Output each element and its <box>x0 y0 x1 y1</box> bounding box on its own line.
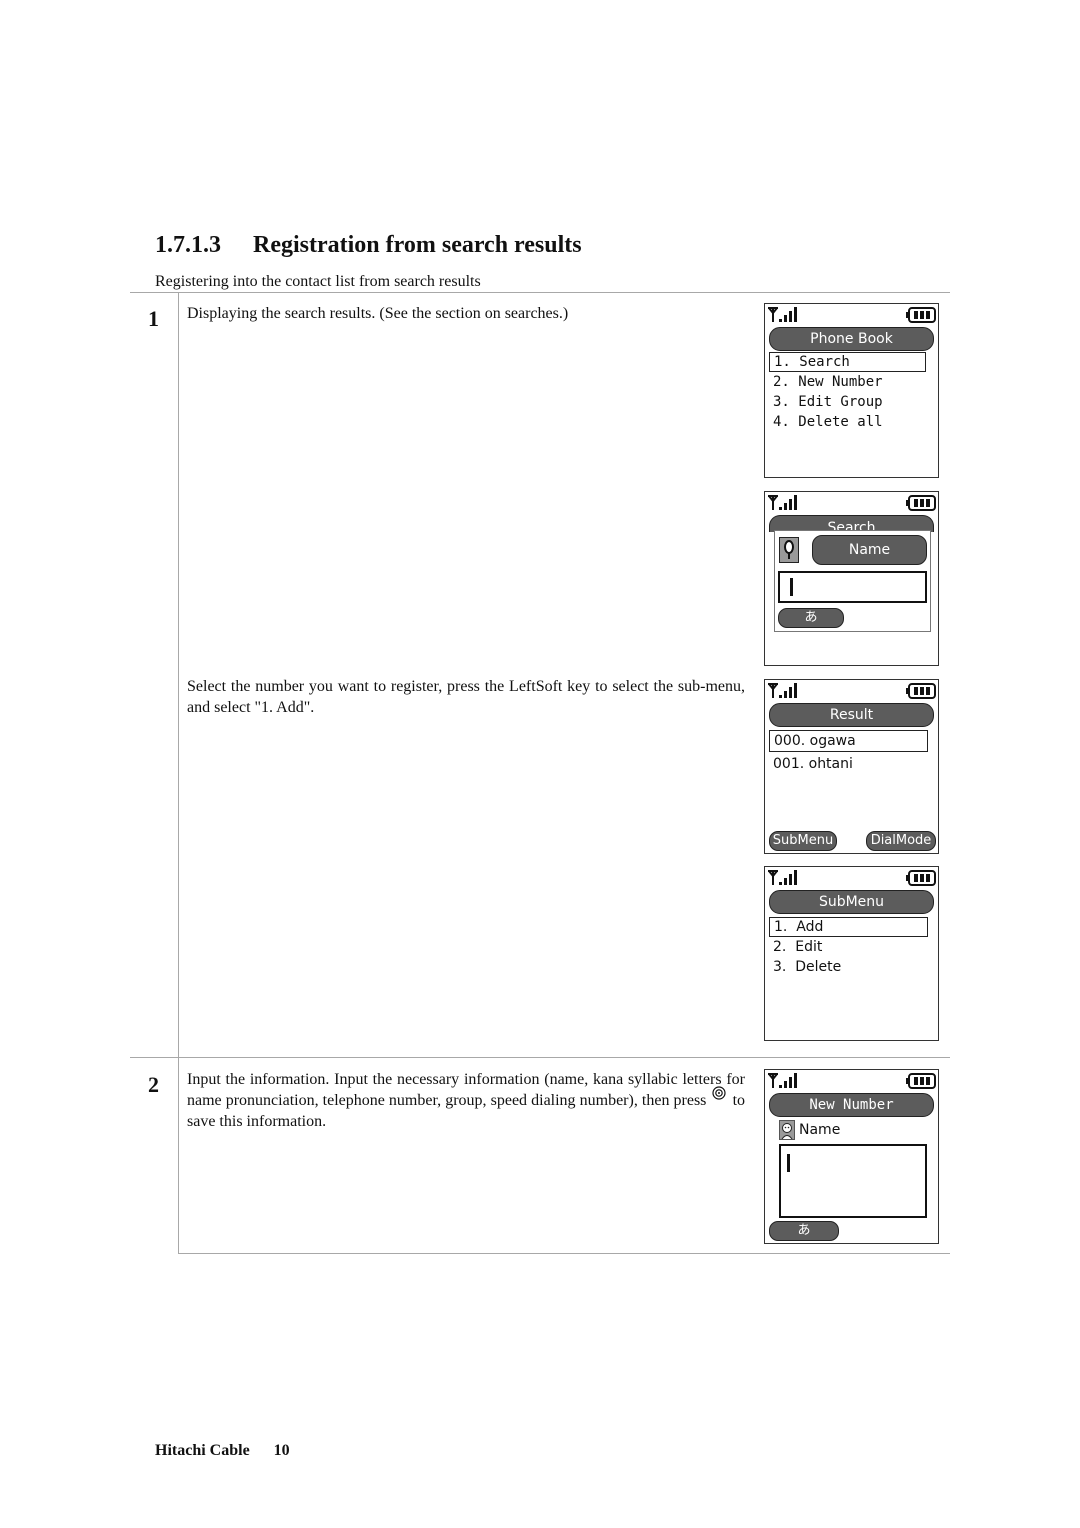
search-key-icon <box>779 537 799 563</box>
status-bar <box>767 869 936 887</box>
step-text: Input the information. Input the necessa… <box>187 1069 745 1132</box>
signal-strength-icon <box>768 870 797 885</box>
step-text: Displaying the search results. (See the … <box>187 305 569 322</box>
step-text-before: Input the information. Input the necessa… <box>187 1071 745 1109</box>
phone-screen-phone-book: Phone Book 1. Search 2. New Number 3. Ed… <box>764 303 939 478</box>
step-text: Select the number you want to register, … <box>187 678 745 716</box>
person-icon <box>779 1120 795 1140</box>
input-mode-button[interactable]: あ <box>769 1221 839 1241</box>
search-input[interactable] <box>778 571 927 603</box>
name-field-label: Name <box>799 1122 841 1138</box>
search-dialog: Name あ <box>774 530 931 632</box>
menu-item-delete-all[interactable]: 4. Delete all <box>769 412 926 432</box>
dialmode-soft-button[interactable]: DialMode <box>866 831 936 851</box>
result-item[interactable]: 001. ohtani <box>769 752 928 776</box>
menu-item-new-number[interactable]: 2. New Number <box>769 372 926 392</box>
screen-title: New Number <box>769 1093 934 1117</box>
battery-icon <box>906 683 936 699</box>
signal-strength-icon <box>768 495 797 510</box>
phone-screen-result: Result 000. ogawa 001. ohtani SubMenu Di… <box>764 679 939 854</box>
screen-title: Phone Book <box>769 327 934 351</box>
signal-strength-icon <box>768 683 797 698</box>
footer-company: Hitachi Cable <box>155 1442 250 1459</box>
section-subtitle: Registering into the contact list from s… <box>155 273 481 290</box>
status-bar <box>767 306 936 324</box>
battery-icon <box>906 1073 936 1089</box>
submenu-soft-button[interactable]: SubMenu <box>769 831 837 851</box>
menu-item-edit-group[interactable]: 3. Edit Group <box>769 392 926 412</box>
phone-screen-new-number: New Number Name あ <box>764 1069 939 1244</box>
step-number: 1 <box>148 306 159 331</box>
status-bar <box>767 494 936 512</box>
submenu-list: 1. Add 2. Edit 3. Delete <box>769 917 928 977</box>
signal-strength-icon <box>768 307 797 322</box>
text-cursor <box>790 578 793 596</box>
result-list: 000. ogawa 001. ohtani <box>769 730 928 776</box>
phone-book-menu: 1. Search 2. New Number 3. Edit Group 4.… <box>769 352 926 432</box>
name-input[interactable] <box>779 1144 927 1218</box>
page-number: 10 <box>273 1442 290 1459</box>
screen-title: Result <box>769 703 934 727</box>
screen-title: SubMenu <box>769 890 934 914</box>
table-top-border <box>130 292 950 293</box>
page-footer: Hitachi Cable 10 <box>155 1442 290 1460</box>
table-bottom-border <box>178 1253 950 1254</box>
center-select-key-icon <box>712 1085 727 1100</box>
signal-strength-icon <box>768 1073 797 1088</box>
section-number: 1.7.1.3 <box>155 232 221 258</box>
text-cursor <box>787 1154 790 1172</box>
table-column-divider <box>178 292 179 1254</box>
result-item[interactable]: 000. ogawa <box>769 730 928 752</box>
input-mode-button[interactable]: あ <box>778 608 844 628</box>
submenu-item-delete[interactable]: 3. Delete <box>769 957 928 977</box>
submenu-item-add[interactable]: 1. Add <box>769 917 928 937</box>
status-bar <box>767 682 936 700</box>
submenu-item-edit[interactable]: 2. Edit <box>769 937 928 957</box>
section-heading: 1.7.1.3 Registration from search results <box>155 232 582 259</box>
battery-icon <box>906 495 936 511</box>
battery-icon <box>906 307 936 323</box>
status-bar <box>767 1072 936 1090</box>
phone-screen-submenu: SubMenu 1. Add 2. Edit 3. Delete <box>764 866 939 1041</box>
step-number: 2 <box>148 1072 159 1097</box>
step-divider <box>130 1057 950 1058</box>
phone-screen-search: Search Name あ <box>764 491 939 666</box>
battery-icon <box>906 870 936 886</box>
menu-item-search[interactable]: 1. Search <box>769 352 926 372</box>
search-field-label: Name <box>812 535 927 565</box>
section-title: Registration from search results <box>253 232 582 258</box>
